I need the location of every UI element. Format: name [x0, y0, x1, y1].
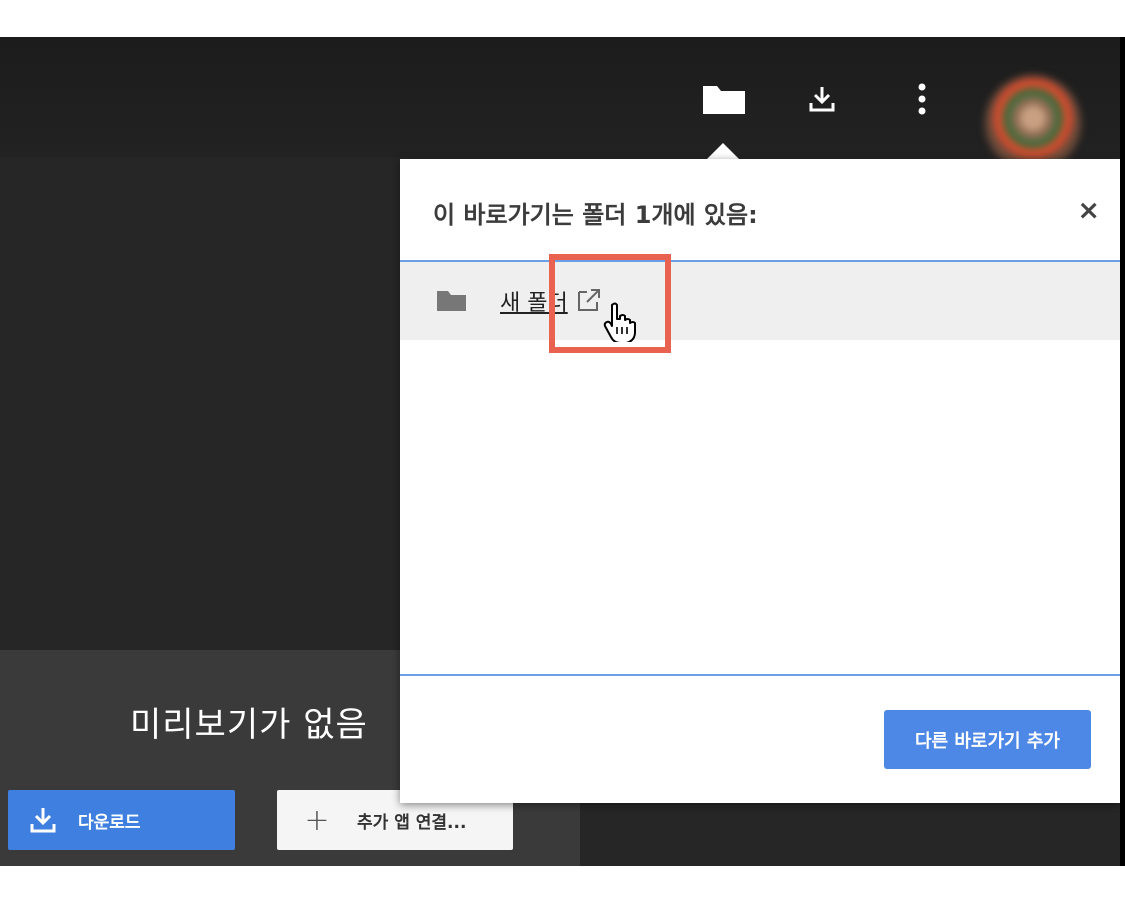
hand-cursor-icon: [603, 302, 636, 342]
divider: [400, 674, 1120, 676]
folder-list-item[interactable]: 새 폴더: [400, 262, 1120, 340]
download-button[interactable]: 다운로드: [8, 790, 235, 850]
app-frame: 미리보기가 없음 다운로드 + 추가 앱 연결... 이 바로가기는 폴더 1개…: [0, 37, 1125, 866]
folder-icon: [703, 86, 745, 114]
popup-title: 이 바로가기는 폴더 1개에 있음:: [433, 201, 758, 229]
close-icon[interactable]: ×: [1077, 195, 1100, 226]
popup-caret: [706, 143, 740, 160]
folder-icon: [436, 290, 467, 312]
shortcut-location-popup: 이 바로가기는 폴더 1개에 있음: × 새 폴더 다른 바로가기 추가: [400, 159, 1120, 803]
more-options-button[interactable]: [902, 77, 942, 121]
download-label: 다운로드: [78, 812, 141, 833]
viewer-topbar: [0, 37, 1120, 171]
file-viewer: 미리보기가 없음 다운로드 + 추가 앱 연결... 이 바로가기는 폴더 1개…: [0, 37, 1120, 866]
avatar[interactable]: [985, 75, 1081, 171]
download-icon: [809, 87, 835, 112]
plus-icon: +: [304, 802, 330, 838]
download-icon: [30, 808, 56, 833]
no-preview-text: 미리보기가 없음: [130, 705, 368, 745]
more-vert-icon: [918, 83, 926, 115]
add-shortcut-button[interactable]: 다른 바로가기 추가: [884, 710, 1091, 769]
connect-label: 추가 앱 연결...: [357, 812, 467, 833]
show-location-button[interactable]: [700, 79, 748, 119]
download-top-button[interactable]: [800, 77, 844, 121]
